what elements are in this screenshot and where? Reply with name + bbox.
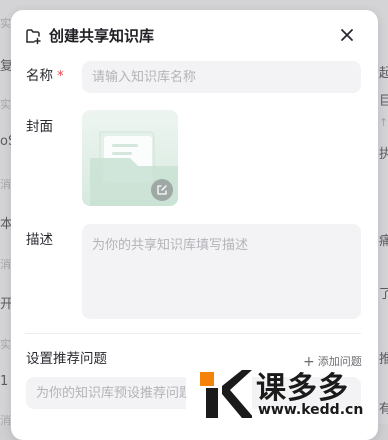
bg-fragment: 起 (379, 66, 388, 81)
close-icon (341, 29, 353, 41)
bg-fragment: 消 (0, 178, 11, 191)
bg-fragment: 痛 (379, 234, 388, 249)
description-label: 描述 (26, 232, 53, 248)
required-mark: * (57, 68, 64, 84)
bg-fragment: 实 (0, 98, 11, 111)
bg-fragment: ↑ (379, 116, 388, 129)
bg-fragment: 了 (379, 287, 388, 302)
bg-fragment: 巨 (379, 94, 388, 109)
bg-fragment: 执 (379, 147, 388, 162)
bg-fragment: 消 (0, 258, 11, 271)
watermark: 课多多 www.kedd.cn (186, 364, 388, 424)
edit-icon (157, 185, 167, 195)
name-input[interactable] (82, 61, 361, 93)
dialog-title: 创建共享知识库 (49, 27, 155, 45)
dialog-header: 创建共享知识库 (24, 26, 364, 46)
close-button[interactable] (335, 23, 359, 47)
section-divider (25, 333, 361, 334)
bg-fragment: 实 (0, 17, 11, 30)
brand-logo (186, 364, 252, 424)
description-textarea[interactable] (82, 224, 361, 319)
bg-fragment: 消 (0, 414, 11, 427)
watermark-url: www.kedd.cn (258, 402, 364, 418)
cover-label: 封面 (26, 119, 53, 135)
recommended-questions-label: 设置推荐问题 (26, 351, 107, 367)
bg-fragment: 实 (0, 338, 11, 351)
watermark-brand: 课多多 (256, 371, 349, 406)
name-label: 名称 * (26, 68, 64, 84)
cover-edit-button[interactable] (151, 179, 173, 201)
bg-fragment: 1 (0, 374, 9, 389)
folder-plus-icon (24, 27, 42, 45)
